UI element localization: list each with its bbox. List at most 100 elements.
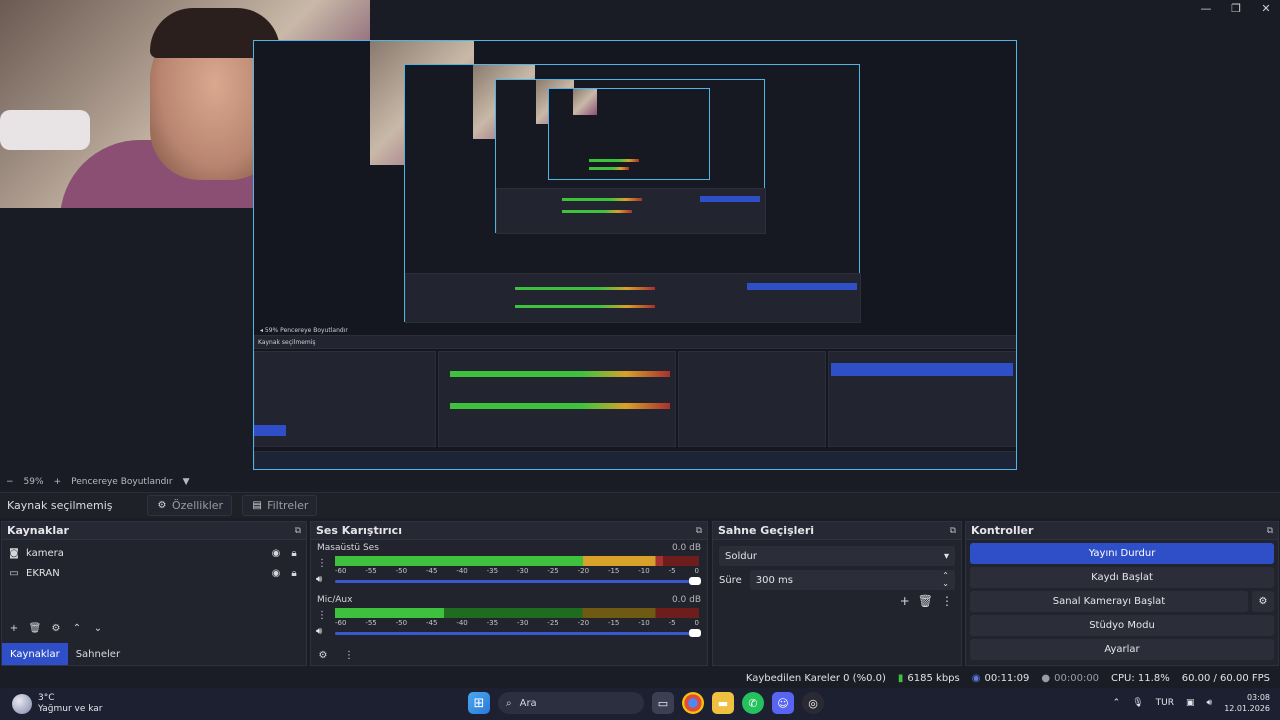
source-item-ekran[interactable]: ▭ EKRAN ◉ 🔒︎ bbox=[2, 563, 306, 583]
volume-slider[interactable] bbox=[335, 577, 701, 585]
scale-tick: -50 bbox=[395, 567, 408, 575]
add-icon[interactable]: + bbox=[8, 622, 20, 634]
zoom-out-button[interactable]: − bbox=[6, 477, 14, 487]
close-button[interactable]: ✕ bbox=[1258, 2, 1274, 15]
monitor-icon: ▭ bbox=[9, 567, 19, 579]
duration-row: Süre 300 ms ⌃ ⌄ bbox=[719, 570, 955, 590]
windows-start-icon[interactable]: ⊞ bbox=[468, 692, 490, 714]
task-view-icon[interactable]: ▭ bbox=[652, 692, 674, 714]
whatsapp-icon[interactable]: ✆ bbox=[742, 692, 764, 714]
network-icon[interactable]: ▣ bbox=[1186, 698, 1195, 708]
settings-button[interactable]: Ayarlar bbox=[970, 639, 1274, 660]
menu-icon[interactable]: ⋮ bbox=[343, 649, 355, 661]
chevron-down-icon[interactable]: ▼ bbox=[183, 477, 190, 487]
undock-icon[interactable]: ⧉ bbox=[295, 526, 301, 536]
slider-knob[interactable] bbox=[689, 577, 701, 585]
preview-canvas[interactable]: — ❐ ✕ ◂ 59% Pencereye Boyutlandır Kaynak… bbox=[0, 0, 1280, 474]
trash-icon[interactable]: 🗑︎ bbox=[29, 622, 42, 634]
status-bar: Kaybedilen Kareler 0 (%0.0) ▮ 6185 kbps … bbox=[0, 668, 1280, 688]
zoom-in-button[interactable]: + bbox=[54, 477, 62, 487]
system-tray: ⌃ 🎙︎ TUR ▣ 🔊︎ 03:08 12.01.2026 bbox=[1113, 692, 1270, 714]
clock[interactable]: 03:08 12.01.2026 bbox=[1224, 692, 1270, 714]
scale-tick: -60 bbox=[335, 619, 347, 627]
undock-icon[interactable]: ⧉ bbox=[696, 526, 702, 536]
mixer-footer: ⚙ ⋮ bbox=[317, 649, 355, 661]
start-recording-button[interactable]: Kaydı Başlat bbox=[970, 567, 1274, 588]
transition-select[interactable]: Soldur ▾ bbox=[719, 546, 955, 566]
channel-db: 0.0 dB bbox=[671, 595, 701, 605]
minimize-button[interactable]: — bbox=[1198, 2, 1214, 15]
meter-fill bbox=[335, 608, 445, 618]
speaker-icon[interactable]: 🔊︎ bbox=[316, 626, 322, 637]
screen-capture-source[interactable]: ◂ 59% Pencereye Boyutlandır Kaynak seçil… bbox=[253, 40, 1017, 470]
dock-title: Ses Karıştırıcı ⧉ bbox=[311, 522, 707, 540]
scale-tick: -15 bbox=[607, 567, 620, 575]
properties-button[interactable]: ⚙ Özellikler bbox=[147, 495, 233, 516]
duration-field[interactable]: 300 ms ⌃ ⌄ bbox=[749, 570, 955, 590]
undock-icon[interactable]: ⧉ bbox=[950, 526, 956, 536]
language-indicator[interactable]: TUR bbox=[1156, 698, 1174, 708]
stop-stream-button[interactable]: Yayını Durdur bbox=[970, 543, 1274, 564]
channel-db: 0.0 dB bbox=[671, 543, 701, 553]
scale-tick: -40 bbox=[456, 567, 468, 575]
transition-buttons: + 🗑︎ ⋮ bbox=[713, 594, 953, 608]
maximize-button[interactable]: ❐ bbox=[1228, 2, 1244, 15]
zoom-mode[interactable]: Pencereye Boyutlandır bbox=[71, 477, 172, 487]
trash-icon[interactable]: 🗑︎ bbox=[918, 594, 933, 608]
studio-mode-button[interactable]: Stüdyo Modu bbox=[970, 615, 1274, 636]
source-item-kamera[interactable]: ◙ kamera ◉ 🔒︎ bbox=[2, 543, 306, 563]
spin-icon[interactable]: ⌃ ⌄ bbox=[942, 572, 949, 588]
scale-tick: -50 bbox=[395, 619, 408, 627]
eye-icon[interactable]: ◉ bbox=[270, 567, 282, 579]
lock-icon[interactable]: 🔒︎ bbox=[288, 547, 300, 559]
slider-knob[interactable] bbox=[689, 629, 701, 637]
menu-icon[interactable]: ⋮ bbox=[317, 610, 327, 621]
scale-tick: -55 bbox=[365, 619, 377, 627]
gear-icon: ⚙ bbox=[157, 500, 167, 511]
start-virtual-camera-button[interactable]: Sanal Kamerayı Başlat bbox=[970, 591, 1248, 612]
camera-icon: ◙ bbox=[9, 547, 19, 559]
scale-tick: -60 bbox=[335, 567, 347, 575]
scale-tick: -5 bbox=[668, 567, 676, 575]
eye-icon[interactable]: ◉ bbox=[270, 547, 282, 559]
volume-meter bbox=[335, 556, 699, 566]
microphone-icon[interactable]: 🎙︎ bbox=[1132, 698, 1143, 708]
chevron-up-icon[interactable]: ⌃ bbox=[1113, 698, 1121, 708]
scale-tick: -25 bbox=[547, 567, 559, 575]
taskbar-search[interactable]: ⌕ Ara bbox=[498, 692, 644, 714]
chevron-up-icon[interactable]: ⌃ bbox=[71, 622, 83, 634]
undock-icon[interactable]: ⧉ bbox=[1267, 526, 1273, 536]
scale-tick: 0 bbox=[694, 567, 699, 575]
scale-tick: -45 bbox=[425, 567, 438, 575]
discord-icon[interactable]: ☺ bbox=[772, 692, 794, 714]
add-icon[interactable]: + bbox=[900, 594, 910, 608]
chrome-icon[interactable] bbox=[682, 692, 704, 714]
stream-icon: ◉ bbox=[971, 672, 981, 684]
tab-sources[interactable]: Kaynaklar bbox=[2, 643, 68, 665]
scale-tick: -20 bbox=[577, 619, 590, 627]
cpu-usage: CPU: 11.8% bbox=[1111, 672, 1170, 684]
advanced-audio-icon[interactable]: ⚙ bbox=[317, 649, 329, 661]
filters-button[interactable]: ▤ Filtreler bbox=[242, 495, 318, 516]
tab-scenes[interactable]: Sahneler bbox=[68, 643, 128, 665]
file-explorer-icon[interactable]: ▬ bbox=[712, 692, 734, 714]
menu-icon[interactable]: ⋮ bbox=[941, 594, 953, 608]
volume-icon[interactable]: 🔊︎ bbox=[1207, 698, 1213, 708]
obs-icon[interactable]: ◎ bbox=[802, 692, 824, 714]
speaker-icon[interactable]: 🔊︎ bbox=[316, 574, 322, 585]
dock-title: Kontroller ⧉ bbox=[966, 522, 1278, 540]
virtual-camera-settings-icon[interactable]: ⚙ bbox=[1252, 591, 1274, 612]
scale-tick: -30 bbox=[516, 619, 529, 627]
volume-slider[interactable] bbox=[335, 629, 701, 637]
meter-scale: -60 -55 -50 -45 -40 -35 -30 -25 -20 -15 -10 -5 0 bbox=[335, 619, 699, 627]
chevron-down-icon[interactable]: ⌄ bbox=[92, 622, 104, 634]
lock-icon[interactable]: 🔒︎ bbox=[288, 567, 300, 579]
gear-icon[interactable]: ⚙ bbox=[50, 622, 62, 634]
weather-widget[interactable]: 3°C Yağmur ve kar bbox=[0, 693, 260, 715]
zoom-level: 59% bbox=[23, 476, 44, 487]
dock-tabs: Kaynaklar Sahneler bbox=[2, 643, 128, 665]
menu-icon[interactable]: ⋮ bbox=[317, 558, 327, 569]
selected-source-label: Kaynak seçilmemiş bbox=[7, 499, 113, 512]
taskbar-apps: ⊞ ⌕ Ara ▭ ▬ ✆ ☺ ◎ bbox=[468, 692, 824, 714]
scale-tick: -10 bbox=[638, 619, 650, 627]
